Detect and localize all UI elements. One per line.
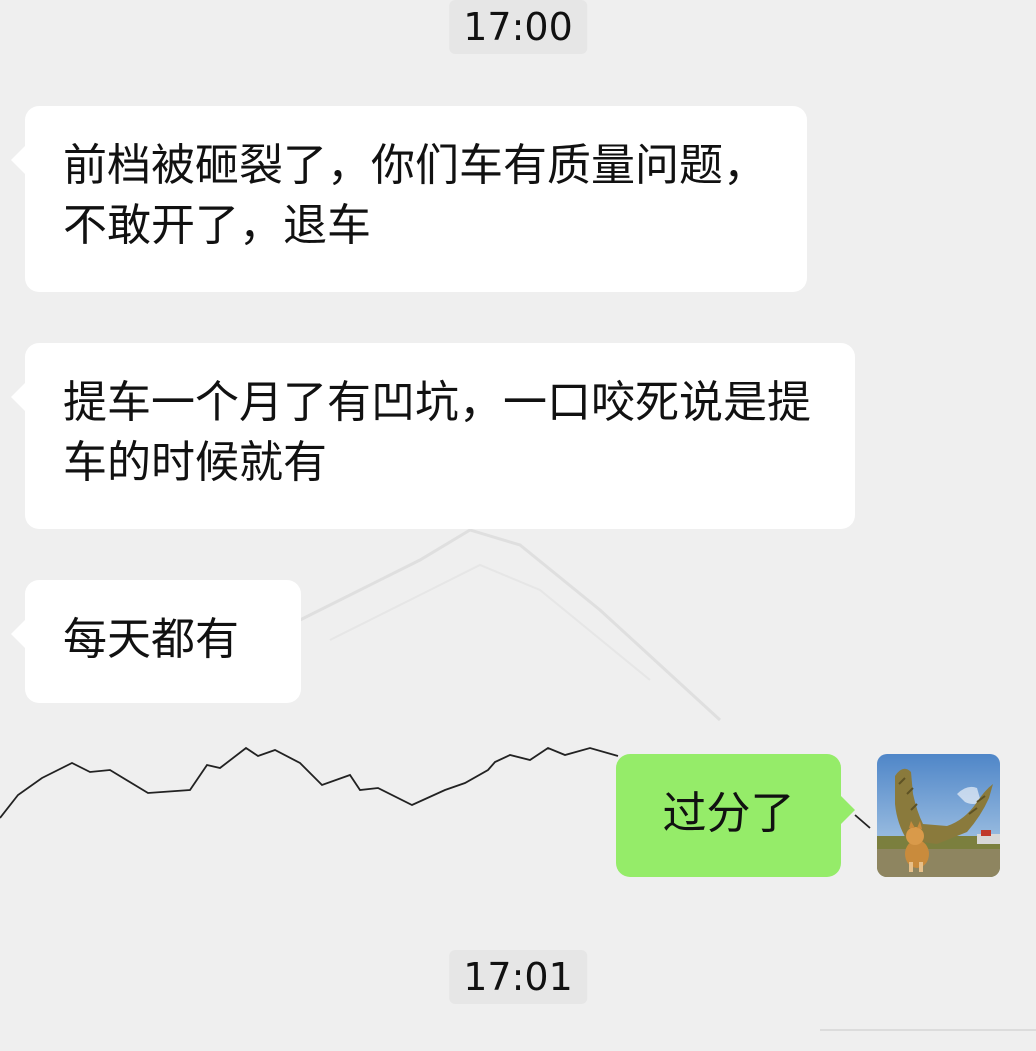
message-timestamp: 17:00 — [449, 0, 587, 54]
message-text: 每天都有 — [63, 614, 239, 665]
received-message-bubble[interactable]: 前档被砸裂了，你们车有质量问题，不敢开了，退车 — [11, 106, 807, 292]
message-text: 前档被砸裂了，你们车有质量问题，不敢开了，退车 — [63, 140, 767, 251]
sent-message-bubble[interactable]: 过分了 — [616, 754, 855, 877]
received-message-bubble[interactable]: 提车一个月了有凹坑，一口咬死说是提车的时候就有 — [11, 343, 855, 529]
message-text: 提车一个月了有凹坑，一口咬死说是提车的时候就有 — [63, 377, 811, 488]
received-message-bubble[interactable]: 每天都有 — [11, 580, 301, 703]
message-text: 过分了 — [662, 788, 795, 839]
chat-message-list[interactable]: 17:00 前档被砸裂了，你们车有质量问题，不敢开了，退车 提车一个月了有凹坑，… — [0, 0, 1036, 1051]
message-timestamp: 17:01 — [449, 950, 587, 1004]
user-avatar-icon[interactable] — [877, 754, 1000, 877]
